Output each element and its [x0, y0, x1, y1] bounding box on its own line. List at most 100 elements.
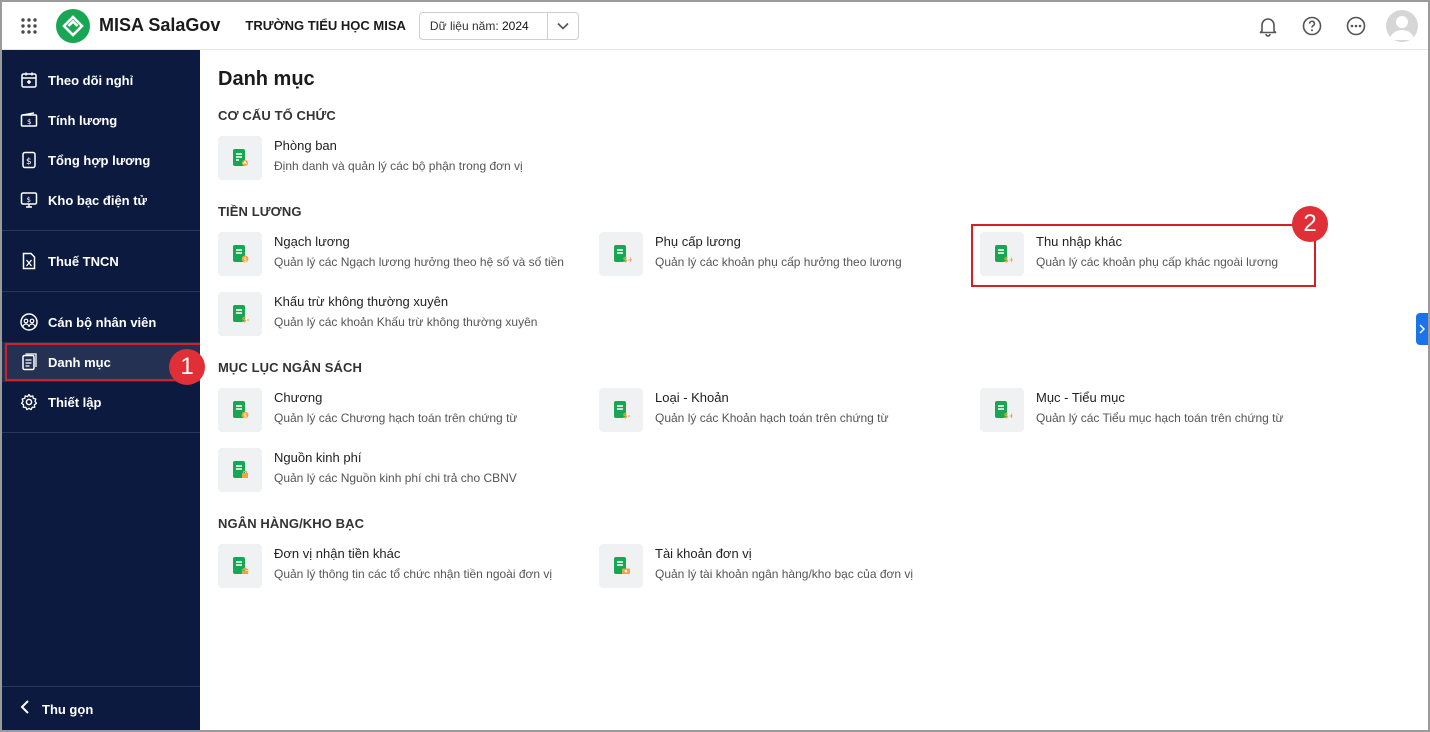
app-name: MISA SalaGov [99, 15, 221, 35]
sidebar-item-tinh-luong[interactable]: $ Tính lương [2, 100, 200, 140]
section-title-ngan-hang-kho-bac: NGÂN HÀNG/KHO BẠC [218, 516, 365, 531]
collapse-sidebar-button[interactable]: Thu gọn [2, 686, 200, 730]
calendar-icon [18, 69, 40, 91]
catalog-card-nguon-kinh-phi[interactable]: Nguồn kinh phí Quản lý các Nguồn kinh ph… [218, 448, 517, 496]
svg-text:$+: $+ [1004, 412, 1013, 420]
catalog-card-phu-cap-luong[interactable]: $+ Phụ cấp lương Quản lý các khoản phụ c… [599, 232, 902, 280]
sidebar-item-theo-doi-nghi[interactable]: Theo dõi nghỉ [2, 60, 200, 100]
salary-grade-icon: $ [218, 232, 262, 276]
user-avatar[interactable] [1386, 10, 1418, 42]
card-description: Quản lý các Chương hạch toán trên chứng … [274, 411, 518, 425]
card-text: Mục - Tiểu mục Quản lý các Tiểu mục hạch… [1036, 388, 1284, 426]
collapse-label: Thu gọn [42, 702, 94, 717]
deduction-icon: $- [218, 292, 262, 336]
chevron-right-icon [1419, 324, 1425, 334]
gear-icon [18, 391, 40, 413]
svg-text:$: $ [27, 118, 31, 126]
svg-text:$: $ [243, 256, 247, 263]
card-description: Định danh và quản lý các bộ phận trong đ… [274, 159, 523, 173]
bank-building-icon [218, 544, 262, 588]
page-title: Danh mục [218, 68, 315, 90]
card-text: Chương Quản lý các Chương hạch toán trên… [274, 388, 517, 426]
card-text: Đơn vị nhận tiền khác Quản lý thông tin … [274, 544, 552, 582]
svg-text:$: $ [26, 157, 32, 167]
card-description: Quản lý thông tin các tổ chức nhận tiền … [274, 567, 553, 581]
allowance-icon: $+ [599, 232, 643, 276]
catalog-card-khau-tru[interactable]: $- Khấu trừ không thường xuyên Quản lý c… [218, 292, 537, 340]
category-icon: $- [599, 388, 643, 432]
misa-logo-icon[interactable] [56, 8, 90, 43]
top-header: MISA SalaGov TRƯỜNG TIỂU HỌC MISA Dữ liệ… [2, 2, 1428, 50]
year-label: Dữ liệu năm: [429, 18, 499, 33]
catalog-card-ngach-luong[interactable]: $ Ngạch lương Quản lý các Ngạch lương hư… [218, 232, 564, 280]
sidebar-group: Thuế TNCN [2, 231, 200, 292]
catalog-card-chuong[interactable]: $ Chương Quản lý các Chương hạch toán tr… [218, 388, 517, 436]
organization-name: TRƯỜNG TIỂU HỌC MISA [245, 18, 406, 33]
sidebar-item-kho-bac-dien-tu[interactable]: $ Kho bạc điện tử [2, 180, 200, 220]
card-text: Nguồn kinh phí Quản lý các Nguồn kinh ph… [274, 448, 517, 486]
help-icon[interactable] [1294, 8, 1330, 44]
notification-bell-icon[interactable] [1250, 8, 1286, 44]
treasury-icon: $ [18, 189, 40, 211]
card-text: Phòng ban Định danh và quản lý các bộ ph… [274, 136, 523, 174]
sidebar-item-label: Tính lương [48, 112, 118, 128]
bank-account-icon [599, 544, 643, 588]
card-description: Quản lý các Ngạch lương hưởng theo hệ số… [274, 255, 564, 269]
app-window: MISA SalaGov TRƯỜNG TIỂU HỌC MISA Dữ liệ… [0, 0, 1430, 732]
funding-source-icon [218, 448, 262, 492]
chevron-left-icon [20, 699, 30, 720]
sidebar: Theo dõi nghỉ $ Tính lương $ Tổng hợp lư… [2, 50, 204, 730]
svg-text:$-: $- [623, 412, 631, 420]
sidebar-item-label: Kho bạc điện tử [48, 192, 147, 208]
sidebar-item-thiet-lap[interactable]: Thiết lập [2, 382, 200, 422]
card-title: Loại - Khoản [655, 390, 729, 405]
year-select-label: Dữ liệu năm: 2024 [420, 19, 547, 33]
data-year-select[interactable]: Dữ liệu năm: 2024 [418, 11, 579, 40]
catalog-card-phong-ban[interactable]: Phòng ban Định danh và quản lý các bộ ph… [218, 136, 523, 184]
card-description: Quản lý các Nguồn kinh phí chi trả cho C… [274, 471, 517, 485]
section-title-co-cau-to-chuc: CƠ CẤU TỔ CHỨC [218, 108, 336, 123]
step-badge-2: 2 [1292, 206, 1328, 242]
expand-panel-button[interactable] [1416, 313, 1428, 345]
card-text: Ngạch lương Quản lý các Ngạch lương hưởn… [274, 232, 564, 270]
card-text: Loại - Khoản Quản lý các Khoản hạch toán… [655, 388, 889, 426]
staff-icon [18, 311, 40, 333]
sidebar-item-tong-hop-luong[interactable]: $ Tổng hợp lương [2, 140, 200, 180]
step-badge-1: 1 [169, 349, 205, 385]
card-description: Quản lý các Khoản hạch toán trên chứng t… [655, 411, 889, 425]
catalog-card-tai-khoan-don-vi[interactable]: Tài khoản đơn vị Quản lý tài khoản ngân … [599, 544, 913, 592]
svg-text:$+: $+ [623, 256, 632, 264]
sub-item-icon: $+ [980, 388, 1024, 432]
chevron-down-icon[interactable] [546, 12, 578, 39]
sidebar-item-label: Cán bộ nhân viên [48, 314, 157, 330]
more-options-icon[interactable] [1338, 8, 1374, 44]
sidebar-item-can-bo-nhan-vien[interactable]: Cán bộ nhân viên [2, 302, 200, 342]
chapter-icon: $ [218, 388, 262, 432]
sidebar-item-label: Theo dõi nghỉ [48, 72, 134, 88]
apps-grid-icon[interactable] [11, 8, 47, 44]
sidebar-group: Theo dõi nghỉ $ Tính lương $ Tổng hợp lư… [2, 50, 200, 231]
year-value: 2024 [502, 18, 529, 33]
tax-icon [18, 250, 40, 272]
card-description: Quản lý các khoản phụ cấp hưởng theo lươ… [655, 255, 902, 269]
sidebar-item-label: Tổng hợp lương [48, 152, 151, 168]
salary-doc-icon: $ [18, 149, 40, 171]
card-title: Khấu trừ không thường xuyên [274, 294, 449, 309]
card-title: Tài khoản đơn vị [655, 546, 752, 561]
card-title: Ngạch lương [274, 234, 350, 249]
department-icon [218, 136, 262, 180]
sidebar-item-label: Thuế TNCN [48, 253, 119, 269]
card-title: Phòng ban [274, 138, 337, 153]
card-title: Chương [274, 390, 323, 405]
card-text: Tài khoản đơn vị Quản lý tài khoản ngân … [655, 544, 913, 582]
section-title-muc-luc-ngan-sach: MỤC LỤC NGÂN SÁCH [218, 360, 362, 375]
sidebar-item-thue-tncn[interactable]: Thuế TNCN [2, 241, 200, 281]
card-title: Nguồn kinh phí [274, 450, 362, 465]
card-text: Phụ cấp lương Quản lý các khoản phụ cấp … [655, 232, 902, 270]
catalog-card-loai-khoan[interactable]: $- Loại - Khoản Quản lý các Khoản hạch t… [599, 388, 889, 436]
catalog-card-muc-tieu-muc[interactable]: $+ Mục - Tiểu mục Quản lý các Tiểu mục h… [980, 388, 1284, 436]
card-title: Phụ cấp lương [655, 234, 741, 249]
sidebar-item-label: Thiết lập [48, 394, 102, 410]
catalog-card-don-vi-nhan-tien-khac[interactable]: Đơn vị nhận tiền khác Quản lý thông tin … [218, 544, 552, 592]
section-title-tien-luong: TIỀN LƯƠNG [218, 204, 302, 219]
